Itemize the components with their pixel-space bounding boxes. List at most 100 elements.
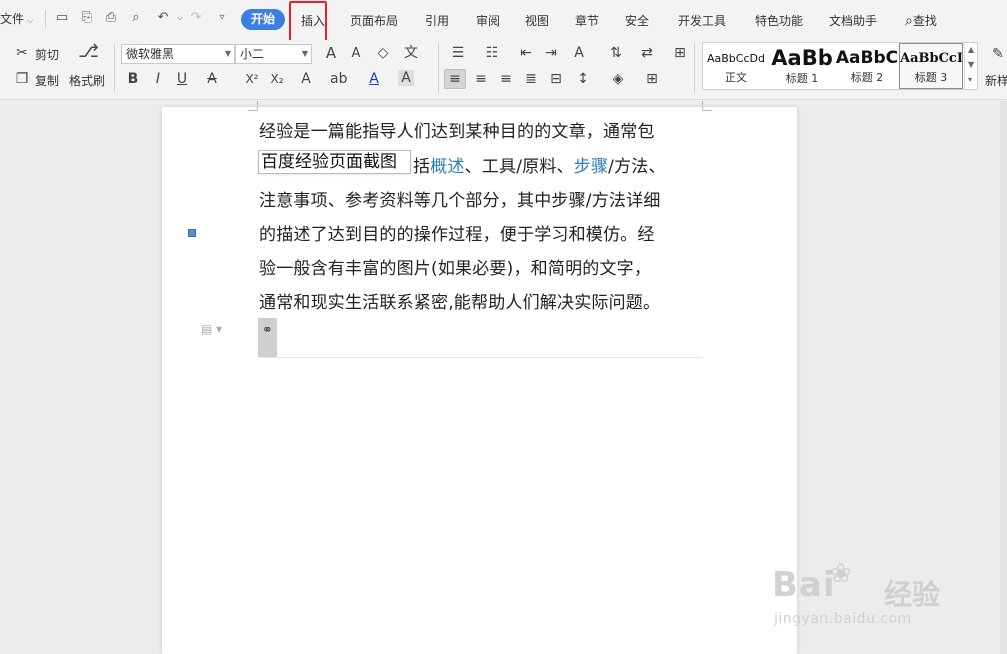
new-style-button[interactable]: 新样 (985, 72, 1007, 89)
search-label: 查找 (912, 14, 937, 28)
distribute-icon[interactable]: ⊟ (548, 71, 564, 87)
file-menu-label: 文件 (0, 12, 25, 26)
font-size-select[interactable]: 小二 ▼ (235, 44, 312, 64)
insert-highlight-box (289, 1, 327, 43)
divider (694, 44, 695, 92)
numbered-list-icon[interactable]: ☷ (484, 45, 500, 61)
chinese-layout-icon[interactable]: A (571, 45, 587, 61)
align-left-icon[interactable]: ≡ (447, 71, 463, 87)
justify-icon[interactable]: ≣ (523, 71, 539, 87)
format-painter-icon: ⎇ (78, 41, 99, 62)
link-steps[interactable]: 步骤 (574, 157, 608, 177)
superscript-icon[interactable]: X² (244, 71, 260, 87)
paragraph-line-1: 经验是一篇能指导人们达到某种目的的文章，通常包 (259, 122, 655, 142)
line-spacing-icon[interactable]: ↕ (575, 71, 591, 87)
show-hide-marks-icon[interactable]: ⇄ (639, 45, 655, 61)
undo-icon[interactable]: ↶ (155, 10, 171, 26)
shrink-font-icon[interactable]: A (348, 46, 364, 62)
wps-writer-window: { "menubar": { "file_label": "文件", "tabs… (0, 0, 1007, 654)
font-name-select[interactable]: 微软雅黑 ▼ (121, 44, 235, 64)
shading-icon[interactable]: ◈ (610, 71, 626, 87)
tooltip-label: 百度经验页面截图 (258, 150, 411, 174)
table-cell-icon[interactable]: ⊞ (672, 45, 688, 61)
chevron-up-icon[interactable]: ▲ (968, 45, 974, 54)
highlight-color-icon[interactable]: ab (330, 71, 347, 87)
style-heading-2[interactable]: AaBbC 标题 2 (835, 43, 899, 89)
bullet-list-icon[interactable]: ☰ (450, 45, 466, 61)
watermark-brand: 经验 (884, 578, 941, 611)
styles-scroll[interactable]: ▲ ▼ ▾ (964, 43, 978, 89)
tab-document-assistant[interactable]: 文档助手 (829, 12, 877, 29)
cut-button[interactable]: 剪切 (35, 46, 59, 63)
tab-sections[interactable]: 章节 (575, 12, 599, 29)
style-sample: AaBbC (835, 48, 899, 68)
link-overview[interactable]: 概述 (430, 157, 464, 177)
decrease-indent-icon[interactable]: ⇤ (518, 45, 534, 61)
customize-toolbar-icon[interactable]: ▿ (214, 10, 230, 26)
style-heading-3[interactable]: AaBbCcI 标题 3 (899, 43, 963, 89)
underline-icon[interactable]: U (174, 71, 190, 87)
print-preview-icon[interactable]: ⌕ (128, 10, 144, 26)
style-name: 正文 (725, 71, 747, 84)
styles-gallery: AaBbCcDd 正文 AaBb 标题 1 AaBbC 标题 2 AaBbCcI… (702, 42, 978, 90)
paragraph-line-3: 注意事项、参考资料等几个部分，其中步骤/方法详细 (259, 191, 661, 211)
increase-indent-icon[interactable]: ⇥ (543, 45, 559, 61)
paragraph-line-2: 括概述、工具/原料、步骤/方法、 (413, 152, 666, 177)
sort-icon[interactable]: ⇅ (608, 45, 624, 61)
subscript-icon[interactable]: X₂ (269, 71, 285, 87)
object-anchor-icon[interactable]: ⚭ (258, 318, 277, 357)
grow-font-icon[interactable]: A (323, 45, 339, 61)
undo-dropdown-icon[interactable]: ⌵ (172, 10, 188, 26)
font-color-icon[interactable]: A (366, 71, 382, 87)
style-name: 标题 3 (914, 71, 948, 84)
paragraph-mark-handle[interactable] (188, 229, 196, 237)
phonetic-guide-icon[interactable]: 文 (403, 45, 419, 61)
style-sample: AaBb (771, 46, 833, 70)
clear-format-icon[interactable]: ◇ (375, 45, 391, 61)
tab-references[interactable]: 引用 (425, 12, 449, 29)
tab-special-features[interactable]: 特色功能 (755, 12, 803, 29)
tab-security[interactable]: 安全 (625, 12, 649, 29)
page-corner-mark (702, 101, 712, 111)
paragraph-line-5: 验一般含有丰富的图片(如果必要)，和简明的文字， (259, 259, 652, 279)
tab-view[interactable]: 视图 (525, 12, 549, 29)
tab-developer-tools[interactable]: 开发工具 (678, 12, 726, 29)
style-heading-1[interactable]: AaBb 标题 1 (769, 43, 835, 89)
italic-icon[interactable]: I (150, 71, 166, 87)
chevron-down-icon: ▼ (301, 49, 308, 58)
paste-options-icon[interactable]: ▤ ▾ (201, 322, 222, 336)
page-corner-mark (248, 101, 258, 111)
menu-bar: 文件 ⌵ ▭ ⎘ ⎙ ⌕ ↶ ⌵ ↷ ▿ 开始 插入 页面布局 引用 审阅 视图 … (0, 0, 1007, 43)
strikethrough-icon[interactable]: A (204, 71, 220, 87)
style-sample: AaBbCcI (900, 51, 963, 66)
tab-review[interactable]: 审阅 (476, 12, 500, 29)
new-style-icon[interactable]: ✎ (990, 46, 1006, 62)
tab-page-layout[interactable]: 页面布局 (350, 12, 398, 29)
chevron-down-icon: ⌵ (27, 16, 34, 26)
align-right-icon[interactable]: ≡ (498, 71, 514, 87)
paragraph-boundary-line (258, 357, 702, 358)
redo-icon[interactable]: ↷ (188, 10, 204, 26)
text-fragment: 括 (413, 157, 431, 177)
borders-icon[interactable]: ⊞ (644, 71, 660, 87)
search-button[interactable]: ⌕查找 (905, 12, 937, 29)
print-icon[interactable]: ⎙ (103, 10, 119, 26)
style-normal[interactable]: AaBbCcDd 正文 (703, 43, 769, 89)
save-icon[interactable]: ▭ (54, 10, 70, 26)
expand-gallery-icon[interactable]: ▾ (968, 75, 972, 84)
style-name: 标题 2 (850, 71, 884, 84)
paragraph-line-6: 通常和现实生活联系紧密,能帮助人们解决实际问题。 (259, 293, 661, 313)
format-painter-button[interactable]: 格式刷 (69, 72, 105, 89)
align-center-icon[interactable]: ≡ (473, 71, 489, 87)
file-menu[interactable]: 文件 ⌵ (0, 10, 34, 27)
tab-home[interactable]: 开始 (241, 9, 285, 30)
output-icon[interactable]: ⎘ (79, 10, 95, 26)
character-shading-icon[interactable]: A (398, 70, 414, 86)
text-fragment: /方法、 (608, 157, 666, 177)
copy-button[interactable]: 复制 (35, 72, 59, 89)
bold-icon[interactable]: B (125, 71, 141, 87)
text-effect-icon[interactable]: A (298, 71, 314, 87)
divider (45, 10, 46, 28)
vertical-scrollbar[interactable] (1000, 101, 1007, 654)
chevron-down-icon[interactable]: ▼ (968, 60, 974, 69)
